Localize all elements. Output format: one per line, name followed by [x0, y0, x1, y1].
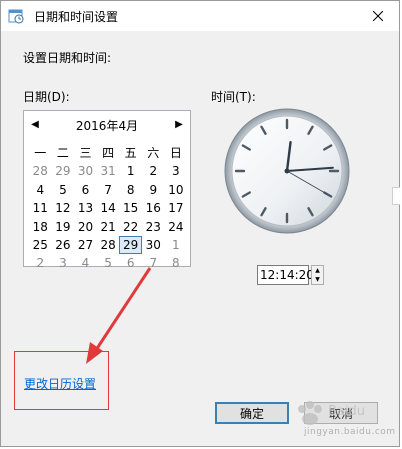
calendar-day[interactable]: 5 [52, 181, 75, 199]
calendar-day[interactable]: 31 [97, 162, 120, 180]
calendar-day[interactable]: 10 [165, 181, 188, 199]
calendar-week-row: 28 29 30 31 1 2 3 [29, 162, 187, 180]
calendar-day[interactable]: 29 [119, 235, 142, 255]
calendar-day[interactable]: 8 [119, 181, 142, 199]
calendar-day[interactable]: 26 [52, 236, 75, 254]
settings-heading: 设置日期和时间: [23, 51, 112, 65]
annotation-highlight-box [14, 351, 109, 410]
calendar-day[interactable]: 21 [97, 218, 120, 236]
next-month-button[interactable]: ▶ [172, 117, 186, 131]
calendar-day[interactable]: 30 [74, 162, 97, 180]
weekday-label: 三 [79, 146, 92, 160]
calendar-week-row: 11 12 13 14 15 16 17 [29, 199, 187, 217]
calendar-day[interactable]: 29 [52, 162, 75, 180]
spin-down-arrow-icon[interactable]: ▼ [312, 275, 323, 284]
calendar-day[interactable]: 3 [52, 254, 75, 272]
calendar-day[interactable]: 25 [29, 236, 52, 254]
calendar-day[interactable]: 5 [97, 254, 120, 272]
calendar-day[interactable]: 7 [97, 181, 120, 199]
calendar-header: ◀ 2016年4月 ▶ [24, 111, 190, 137]
close-button[interactable] [357, 1, 399, 31]
calendar-day[interactable]: 15 [119, 199, 142, 217]
calendar-day[interactable]: 27 [74, 236, 97, 254]
calendar-day[interactable]: 6 [119, 254, 142, 272]
time-spinner[interactable]: ▲ ▼ [311, 265, 324, 285]
calendar-day[interactable]: 23 [142, 218, 165, 236]
weekday-header-row: 一二三四五六日 [29, 144, 187, 162]
weekday-label: 五 [124, 146, 137, 160]
calendar-day[interactable]: 14 [97, 199, 120, 217]
title-bar: 日期和时间设置 [1, 1, 399, 31]
calendar-week-row: 18 19 20 21 22 23 24 [29, 218, 187, 236]
watermark-text: jingyan.baidu.com [304, 427, 396, 437]
ok-button[interactable]: 确定 [215, 402, 289, 424]
calendar-day[interactable]: 4 [29, 181, 52, 199]
weekday-label: 日 [169, 146, 182, 160]
weekday-label: 二 [56, 146, 69, 160]
calendar-week-row: 25 26 27 28 29 30 1 [29, 235, 188, 255]
calendar-week-row: 4 5 6 7 8 9 10 [29, 181, 187, 199]
calendar[interactable]: ◀ 2016年4月 ▶ 一二三四五六日 28 29 30 31 1 2 3 4 5 6 7 8 9 10 11… [23, 110, 191, 270]
calendar-day[interactable]: 2 [142, 162, 165, 180]
calendar-day[interactable]: 4 [74, 254, 97, 272]
time-label: 时间(T): [211, 90, 256, 104]
calendar-day[interactable]: 17 [165, 199, 188, 217]
calendar-day[interactable]: 12 [52, 199, 75, 217]
calendar-day[interactable]: 16 [142, 199, 165, 217]
cancel-button[interactable]: 取消 [304, 402, 378, 424]
calendar-day[interactable]: 18 [29, 218, 52, 236]
calendar-day[interactable]: 1 [119, 162, 142, 180]
calendar-day[interactable]: 20 [74, 218, 97, 236]
window-title: 日期和时间设置 [34, 10, 119, 24]
calendar-day[interactable]: 30 [142, 236, 165, 254]
spin-up-arrow-icon[interactable]: ▲ [312, 266, 323, 275]
calendar-day[interactable]: 19 [52, 218, 75, 236]
weekday-label: 四 [102, 146, 115, 160]
weekday-label: 一 [34, 146, 47, 160]
time-input[interactable]: 12:14:20 [257, 265, 314, 285]
weekday-label: 六 [147, 146, 160, 160]
calendar-day[interactable]: 24 [165, 218, 188, 236]
calendar-day[interactable]: 9 [142, 181, 165, 199]
date-label: 日期(D): [23, 90, 70, 104]
month-title[interactable]: 2016年4月 [24, 117, 190, 134]
calendar-day[interactable]: 3 [165, 162, 188, 180]
calendar-grid: 一二三四五六日 28 29 30 31 1 2 3 4 5 6 7 8 9 10 11 12 13 14 15 16 17… [29, 144, 187, 273]
calendar-day[interactable]: 22 [119, 218, 142, 236]
calendar-day[interactable]: 2 [29, 254, 52, 272]
calendar-day[interactable]: 7 [142, 254, 165, 272]
calendar-day[interactable]: 28 [97, 236, 120, 254]
close-icon [373, 11, 383, 21]
right-arrow-icon: ▶ [175, 118, 183, 130]
clock-center [284, 168, 290, 174]
calendar-day[interactable]: 28 [29, 162, 52, 180]
calendar-clock-icon [8, 8, 24, 24]
background-window-edge [392, 187, 400, 205]
calendar-week-row: 2345678 [29, 254, 187, 272]
calendar-day[interactable]: 1 [165, 236, 188, 254]
calendar-day[interactable]: 6 [74, 181, 97, 199]
calendar-day[interactable]: 13 [74, 199, 97, 217]
calendar-day[interactable]: 8 [165, 254, 188, 272]
calendar-day[interactable]: 11 [29, 199, 52, 217]
analog-clock [224, 108, 350, 234]
